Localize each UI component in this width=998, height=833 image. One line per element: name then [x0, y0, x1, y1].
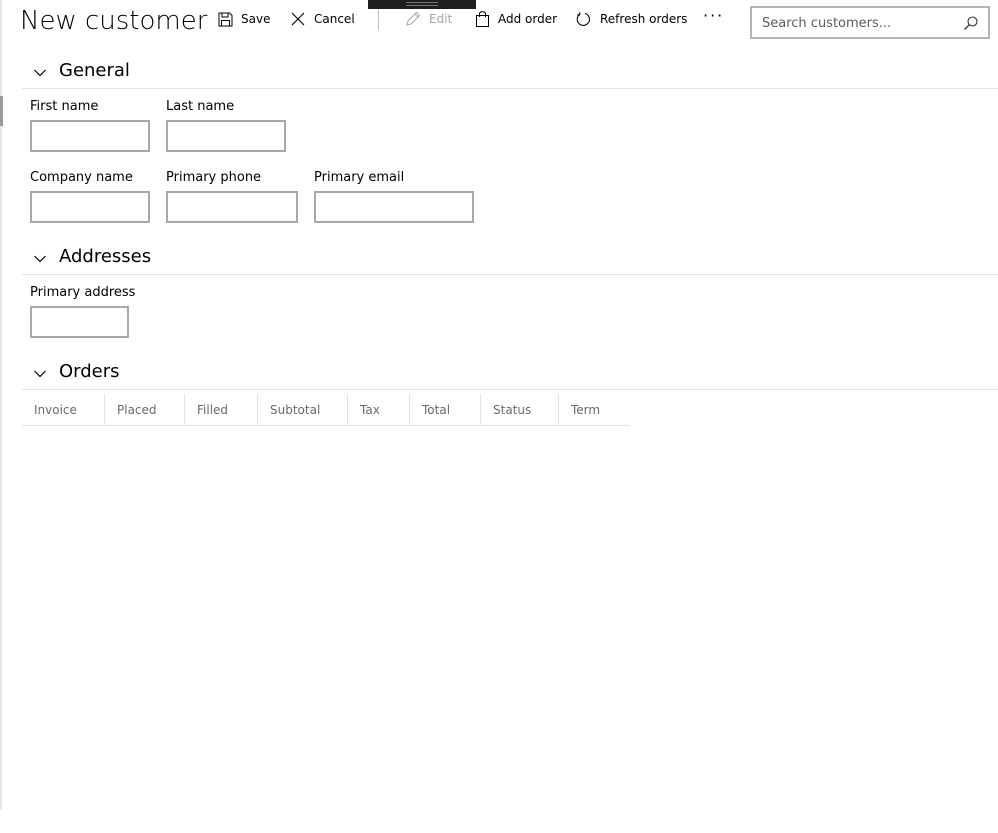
- primary-address-field[interactable]: [30, 306, 129, 338]
- company-name-label: Company name: [30, 170, 133, 185]
- grip-line: [406, 2, 438, 3]
- first-name-field[interactable]: [30, 120, 150, 152]
- add-order-button[interactable]: Add order: [474, 8, 557, 30]
- section-header-orders[interactable]: Orders: [22, 360, 998, 390]
- primary-phone-label: Primary phone: [166, 170, 262, 185]
- section-header-general[interactable]: General: [22, 59, 998, 89]
- last-name-field[interactable]: [166, 120, 286, 152]
- orders-grid-header: Invoice Placed Filled Subtotal Tax Total…: [22, 394, 630, 426]
- column-header-placed[interactable]: Placed: [105, 394, 184, 426]
- refresh-icon: [576, 11, 592, 27]
- column-header-status[interactable]: Status: [481, 394, 558, 426]
- pencil-icon: [405, 11, 421, 27]
- left-edge-indicator: [0, 96, 3, 126]
- save-button-label: Save: [241, 12, 271, 26]
- search-icon[interactable]: [963, 15, 979, 31]
- grip-line: [406, 5, 438, 6]
- chevron-down-icon: [33, 65, 47, 79]
- chevron-down-icon: [33, 366, 47, 380]
- primary-address-label: Primary address: [30, 285, 136, 300]
- section-title-general: General: [59, 60, 130, 81]
- more-options-button[interactable]: ···: [703, 6, 724, 25]
- cancel-button-label: Cancel: [314, 12, 355, 26]
- search-input[interactable]: [762, 13, 957, 33]
- close-icon: [290, 11, 306, 27]
- last-name-label: Last name: [166, 99, 235, 114]
- add-order-button-label: Add order: [498, 12, 558, 26]
- cancel-button[interactable]: Cancel: [290, 8, 355, 30]
- column-header-term[interactable]: Term: [559, 394, 630, 426]
- search-box: [750, 6, 990, 39]
- column-header-total[interactable]: Total: [410, 394, 480, 426]
- column-header-invoice[interactable]: Invoice: [22, 394, 104, 426]
- first-name-label: First name: [30, 99, 99, 114]
- section-title-orders: Orders: [59, 361, 120, 382]
- shopping-bag-icon: [474, 11, 490, 27]
- toolbar-separator: [378, 10, 379, 30]
- edit-button[interactable]: Edit: [405, 8, 452, 30]
- section-header-addresses[interactable]: Addresses: [22, 245, 998, 275]
- primary-email-label: Primary email: [314, 170, 405, 185]
- section-title-addresses: Addresses: [59, 246, 152, 267]
- page-title: New customer: [20, 6, 208, 36]
- save-button[interactable]: Save: [217, 8, 270, 30]
- column-header-tax[interactable]: Tax: [348, 394, 409, 426]
- column-header-filled[interactable]: Filled: [185, 394, 257, 426]
- company-name-field[interactable]: [30, 191, 150, 223]
- refresh-orders-button[interactable]: Refresh orders: [576, 8, 687, 30]
- primary-email-field[interactable]: [314, 191, 474, 223]
- refresh-orders-button-label: Refresh orders: [600, 12, 688, 26]
- primary-phone-field[interactable]: [166, 191, 298, 223]
- floppy-disk-icon: [217, 11, 233, 27]
- edit-button-label: Edit: [429, 12, 453, 26]
- column-header-subtotal[interactable]: Subtotal: [258, 394, 347, 426]
- chevron-down-icon: [33, 251, 47, 265]
